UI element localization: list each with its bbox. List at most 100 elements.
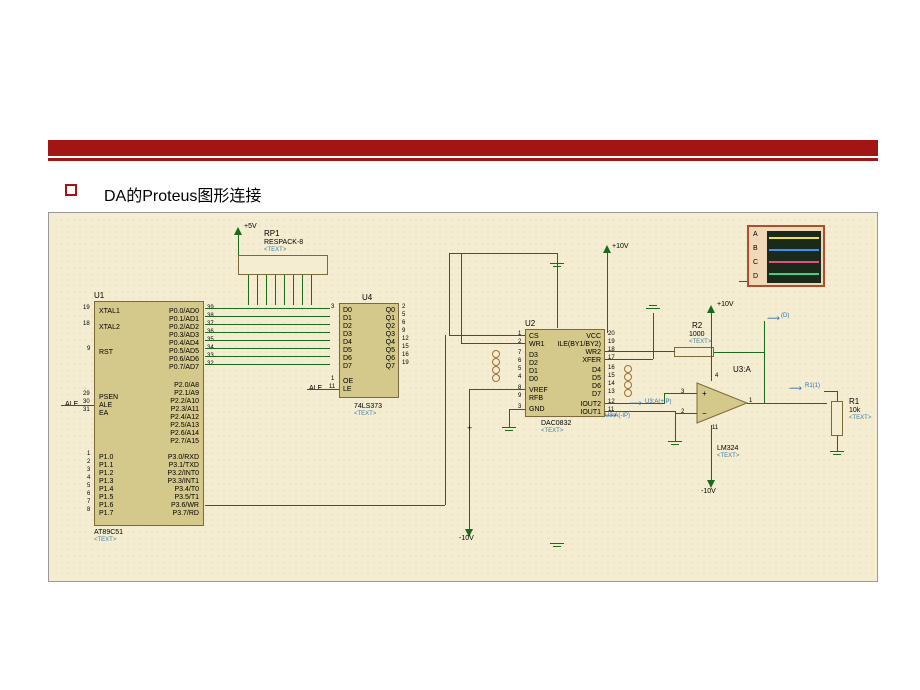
pn: 17 xyxy=(608,355,615,361)
pn: 3 xyxy=(87,467,90,473)
terminal-icon xyxy=(624,365,632,373)
probe-icon: ⟿ xyxy=(629,398,642,409)
ch: B xyxy=(753,245,758,252)
u2p: WR1 xyxy=(529,341,545,348)
u1-pin: P2.4/A12 xyxy=(170,414,199,421)
wire xyxy=(664,393,665,403)
u4p: D1 xyxy=(343,315,352,322)
power-label-5v: +5V xyxy=(244,223,257,230)
pn: 16 xyxy=(402,352,409,358)
pn: 7 xyxy=(87,499,90,505)
bullet-icon xyxy=(65,184,77,196)
u2p: CS xyxy=(529,333,539,340)
wire xyxy=(675,413,697,414)
terminal-icon xyxy=(492,366,500,374)
wire xyxy=(557,253,558,328)
pn: 5 xyxy=(87,483,90,489)
wire xyxy=(469,389,525,390)
net: U3:A(+IP) xyxy=(645,399,672,405)
r1-note: <TEXT> xyxy=(849,415,871,421)
oscilloscope: A B C D xyxy=(747,225,825,287)
u1-pin: P2.7/A15 xyxy=(170,438,199,445)
net: R1(1) xyxy=(805,383,820,389)
u4-ref: U4 xyxy=(362,293,372,302)
u1-pin: P2.2/A10 xyxy=(170,398,199,405)
pn: 15 xyxy=(608,373,615,379)
wire xyxy=(764,321,765,352)
rp1-part: RESPACK-8 xyxy=(264,239,303,246)
u1-pin: P0.1/AD1 xyxy=(169,316,199,323)
u2p: D6 xyxy=(592,383,601,390)
pn: 19 xyxy=(608,339,615,345)
pn: 3 xyxy=(681,389,684,395)
pn: 4 xyxy=(715,373,718,379)
wire xyxy=(711,425,712,480)
u1-pin: RST xyxy=(99,349,113,356)
u1-pin: P1.2 xyxy=(99,470,113,477)
ch: A xyxy=(753,231,758,238)
wire xyxy=(824,391,837,392)
pn: 9 xyxy=(402,328,405,334)
u1-pin: P1.6 xyxy=(99,502,113,509)
u1-pin: P0.6/AD6 xyxy=(169,356,199,363)
u1-pin: EA xyxy=(99,410,108,417)
r2-val: 1000 xyxy=(689,331,705,338)
wire xyxy=(509,409,510,427)
pn: 5 xyxy=(402,312,405,318)
u4p: LE xyxy=(343,386,352,393)
pn: 1 xyxy=(518,331,521,337)
u2p: D5 xyxy=(592,375,601,382)
u4p: Q3 xyxy=(386,331,395,338)
u2p: XFER xyxy=(582,357,601,364)
u4p: Q7 xyxy=(386,363,395,370)
plus-icon: + xyxy=(467,423,472,433)
probe-icon: ⟿ xyxy=(767,313,780,324)
u3a-ref: U3:A xyxy=(733,365,751,374)
u2p: ILE(BY1/BY2) xyxy=(557,341,601,348)
u1-pin: P0.4/AD4 xyxy=(169,340,199,347)
u4-body: D0 D1 D2 D3 D4 D5 D6 D7 OE LE Q0 Q1 Q2 Q… xyxy=(339,303,399,398)
wire xyxy=(747,403,827,404)
u2p: IOUT1 xyxy=(580,409,601,416)
slide-red-bar xyxy=(48,140,878,156)
wire xyxy=(449,253,450,335)
wire xyxy=(469,389,470,529)
u1-pin: P3.1/TXD xyxy=(169,462,199,469)
ch: C xyxy=(753,259,758,266)
u1-pin: P1.1 xyxy=(99,462,113,469)
u2p: D2 xyxy=(529,360,538,367)
wire xyxy=(238,235,239,255)
u4p: D2 xyxy=(343,323,352,330)
wire xyxy=(205,324,330,325)
u4p: Q4 xyxy=(386,339,395,346)
wire xyxy=(311,275,312,305)
pn: 4 xyxy=(518,374,521,380)
pn: 1 xyxy=(331,376,334,382)
pn: 29 xyxy=(83,391,90,397)
u1-pin: P2.6/A14 xyxy=(170,430,199,437)
pwr: -10V xyxy=(459,535,474,542)
u1-pin: P1.3 xyxy=(99,478,113,485)
u4-part: 74LS373 xyxy=(354,403,382,410)
scope-screen xyxy=(767,231,821,283)
u1-pin: P1.4 xyxy=(99,486,113,493)
pn: 19 xyxy=(83,305,90,311)
u1-pin: PSEN xyxy=(99,394,118,401)
wire xyxy=(605,351,675,352)
pn: 14 xyxy=(608,381,615,387)
u1-pin: P2.0/A8 xyxy=(174,382,199,389)
r1-val: 10k xyxy=(849,407,860,414)
u3a-note: <TEXT> xyxy=(717,453,739,459)
svg-text:+: + xyxy=(702,389,707,398)
u2-body: CS WR1 D3 D2 D1 D0 VREF RFB GND VCC ILE(… xyxy=(525,329,605,417)
u2-note: <TEXT> xyxy=(541,428,563,434)
u2p: IOUT2 xyxy=(580,401,601,408)
pn: 12 xyxy=(402,336,409,342)
u4p: Q0 xyxy=(386,307,395,314)
u1-pin: P3.0/RXD xyxy=(168,454,199,461)
wire xyxy=(61,405,94,406)
pn: 16 xyxy=(608,365,615,371)
wire xyxy=(205,356,330,357)
u2p: D0 xyxy=(529,376,538,383)
net: U3:A(-IP) xyxy=(605,413,630,419)
